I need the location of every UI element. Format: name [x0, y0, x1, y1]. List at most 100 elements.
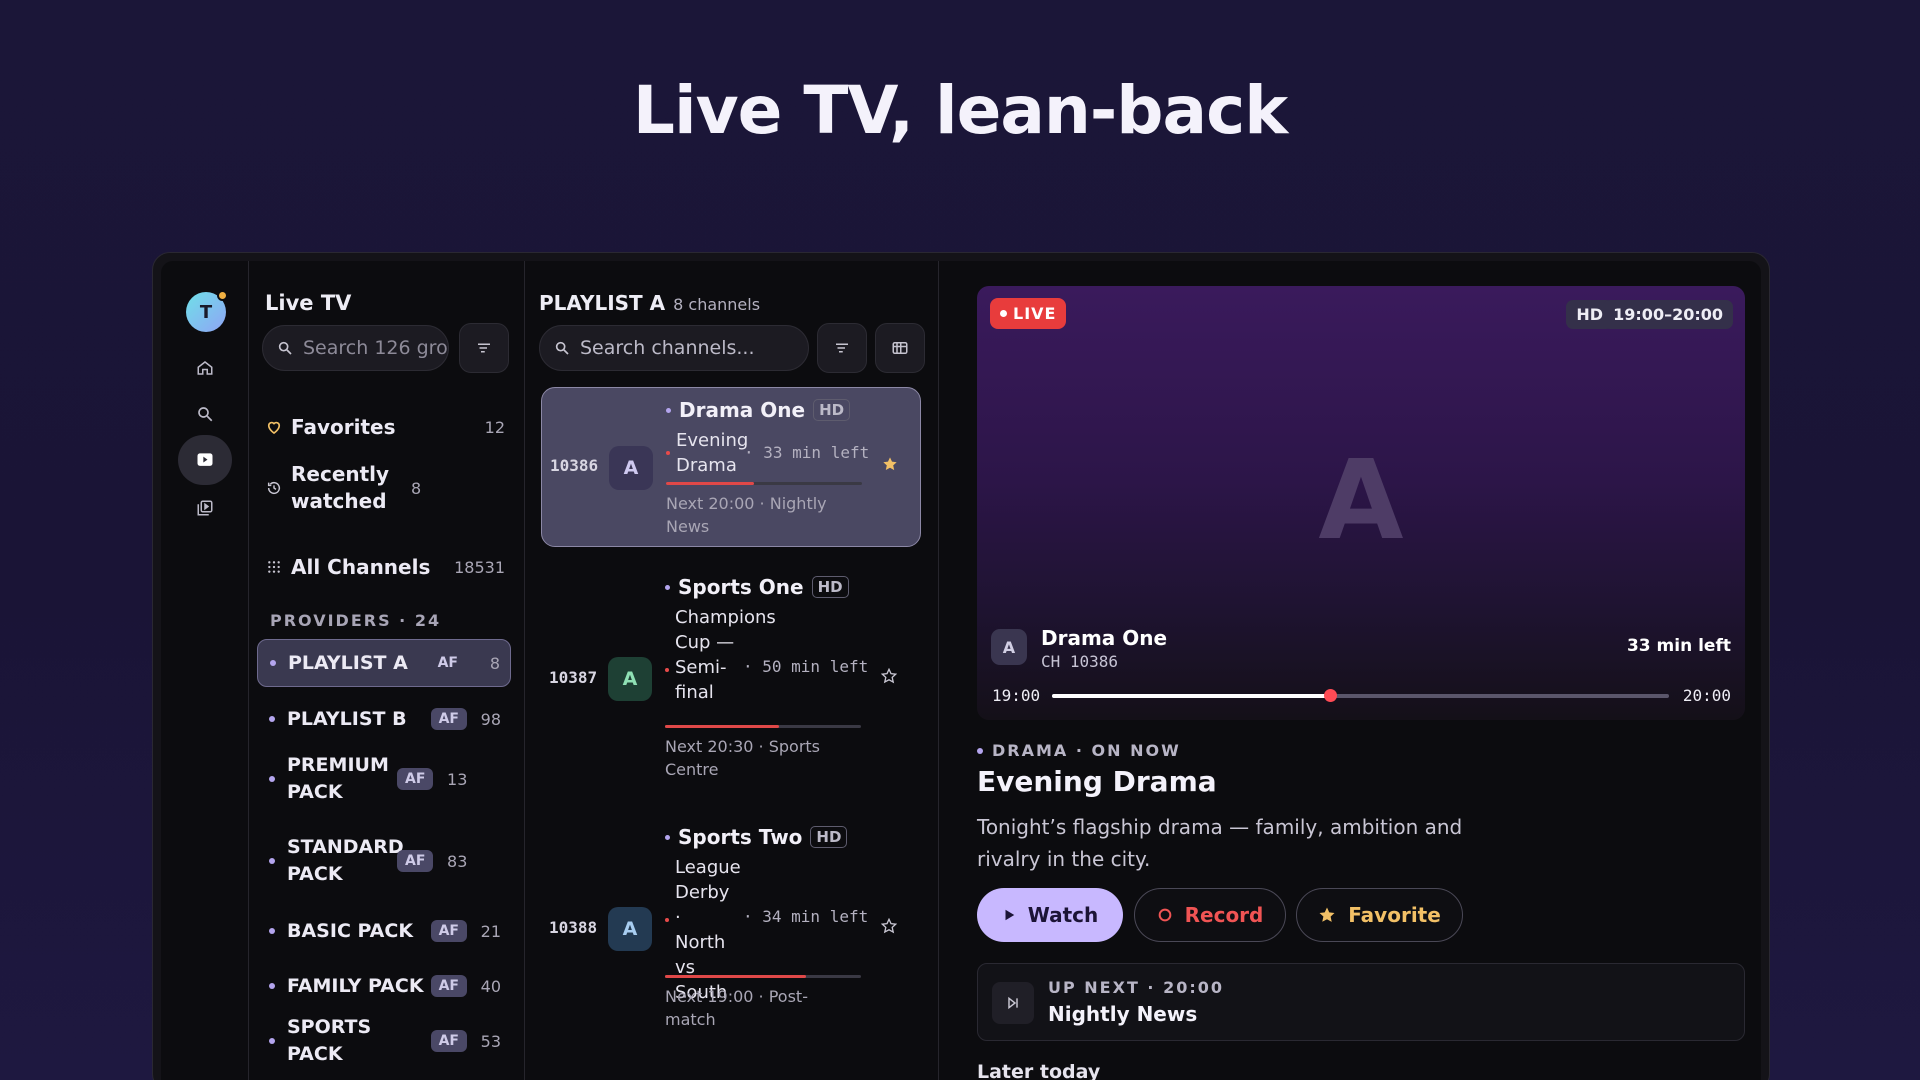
nav-label: Recently watched — [291, 462, 390, 513]
grid-icon — [257, 560, 291, 574]
hd-badge: HD — [813, 399, 851, 421]
provider-count: 53 — [480, 1031, 501, 1051]
favorite-button[interactable]: Favorite — [1296, 888, 1463, 942]
progress-fill — [665, 975, 807, 978]
provider-tag: AF — [437, 655, 458, 671]
playlist-name: PLAYLIST A — [539, 291, 666, 315]
nav-all-channels[interactable]: All Channels 18531 — [257, 549, 515, 585]
channel-search-input[interactable]: Search channels... — [539, 325, 809, 371]
sort-icon[interactable] — [817, 323, 867, 373]
time-left: 33 min left — [1626, 636, 1731, 656]
bullet — [270, 660, 276, 666]
group-search-input[interactable]: Search 126 gro — [262, 325, 449, 371]
watch-button[interactable]: Watch — [977, 888, 1123, 942]
provider-item[interactable]: PLAYLIST B AF 98 — [257, 697, 511, 741]
program-description: Tonight’s flagship drama — family, ambit… — [977, 815, 1463, 871]
groups-panel: Live TV Search 126 gro Favorites 12 Rece… — [249, 261, 525, 1080]
scrub-handle[interactable] — [1323, 689, 1337, 702]
sort-icon[interactable] — [459, 323, 509, 373]
bullet — [269, 776, 275, 782]
later-today-heading: Later today — [977, 1061, 1101, 1080]
channel-name-row: Drama One HD — [666, 398, 851, 422]
guide-view-icon[interactable] — [875, 323, 925, 373]
channel-number: 10387 — [549, 668, 598, 687]
favorite-star-icon[interactable] — [880, 917, 898, 938]
channel-name: Sports Two — [678, 825, 803, 849]
nav-recently-watched[interactable]: Recently watched 8 — [257, 459, 515, 517]
provider-item[interactable]: PREMIUM PACK AF 13 — [257, 749, 511, 809]
end-time: 20:00 — [1682, 686, 1731, 705]
provider-name: BASIC PACK — [287, 919, 414, 942]
nav-label: Favorites — [291, 414, 396, 439]
channel-card[interactable]: 10386 A Drama One HD Evening Drama · 33 m… — [541, 387, 921, 547]
time-left: · 33 min left — [744, 443, 870, 462]
provider-item[interactable]: PLAYLIST A AF 8 — [257, 639, 511, 687]
hd-badge: HD — [811, 576, 849, 598]
playback-progress[interactable] — [1052, 694, 1669, 698]
channel-search-placeholder: Search channels... — [580, 337, 755, 359]
progress-bar — [665, 725, 861, 728]
provider-item[interactable]: FAMILY PACK AF 40 — [257, 964, 511, 1008]
up-next-label: UP NEXT · 20:00 — [1048, 978, 1225, 997]
nav-rail: T — [161, 261, 249, 1080]
live-tv-icon[interactable] — [178, 435, 232, 485]
bullet — [269, 716, 275, 722]
search-icon — [278, 341, 292, 355]
live-badge: LIVE — [990, 298, 1067, 329]
channel-list-title: PLAYLIST A 8 channels — [539, 291, 760, 315]
channel-name: Drama One — [1041, 626, 1168, 650]
start-time: 19:00 — [992, 686, 1041, 705]
channel-card[interactable]: 10387 A Sports One HD Champions Cup — Sem… — [541, 565, 921, 795]
library-icon[interactable] — [178, 483, 232, 533]
watch-label: Watch — [1027, 903, 1099, 927]
channel-placeholder-letter: A — [1318, 436, 1404, 564]
channel-card[interactable]: 10388 A Sports Two HD League Derby · Nort… — [541, 815, 921, 1045]
channel-number: 10388 — [549, 918, 598, 937]
nav-favorites[interactable]: Favorites 12 — [257, 409, 515, 445]
progress-fill — [665, 725, 779, 728]
bullet — [269, 983, 275, 989]
time-slot-badge: 19:00–20:00 — [1603, 300, 1733, 329]
provider-tag: AF — [430, 1030, 467, 1052]
nav-count: 18531 — [454, 557, 505, 577]
progress-bar — [665, 975, 861, 978]
channel-count: 8 channels — [673, 295, 761, 314]
video-preview[interactable]: A LIVE HD 19:00–20:00 A Drama One CH 103… — [977, 286, 1745, 720]
record-label: Record — [1184, 903, 1264, 927]
up-next-card[interactable]: UP NEXT · 20:00 Nightly News — [977, 963, 1745, 1041]
provider-count: 13 — [447, 769, 468, 789]
program-title: Champions Cup — Semi-final — [665, 605, 776, 705]
avatar[interactable]: T — [186, 290, 228, 332]
channel-logo: A — [608, 907, 652, 951]
channel-logo: A — [609, 446, 653, 490]
progress-fill — [666, 482, 755, 485]
app-window: T Live TV Search 126 gro Favorites 12 Re… — [161, 261, 1761, 1080]
favorite-star-icon[interactable] — [880, 667, 898, 688]
channel-number: CH 10386 — [1041, 652, 1119, 671]
tv-frame: T Live TV Search 126 gro Favorites 12 Re… — [152, 252, 1770, 1080]
search-icon[interactable] — [178, 389, 232, 439]
channel-name-row: Sports Two HD — [665, 825, 848, 849]
skip-next-icon — [992, 982, 1034, 1024]
live-label: LIVE — [1013, 304, 1057, 323]
provider-item[interactable]: STANDARD PACK AF 83 — [257, 831, 511, 891]
player-panel: A LIVE HD 19:00–20:00 A Drama One CH 103… — [977, 261, 1761, 1080]
provider-item[interactable]: SPORTS PACK AF 53 — [257, 1016, 511, 1065]
progress-fill — [1052, 694, 1330, 698]
program-title: Evening Drama — [977, 765, 1217, 798]
bullet — [269, 858, 275, 864]
heart-icon — [257, 418, 291, 436]
provider-item[interactable]: BASIC PACK AF 21 — [257, 909, 511, 953]
favorite-star-icon[interactable] — [882, 456, 898, 476]
channel-list-panel: PLAYLIST A8 channels Search channels... … — [525, 261, 939, 1080]
hd-badge: HD — [810, 826, 848, 848]
favorite-label: Favorite — [1348, 903, 1441, 927]
provider-count: 8 — [489, 653, 500, 673]
record-button[interactable]: Record — [1134, 888, 1286, 942]
home-icon[interactable] — [178, 343, 232, 393]
record-icon — [1158, 908, 1171, 922]
nav-count: 8 — [411, 478, 422, 498]
program-title: League Derby · North vs South — [665, 855, 741, 1005]
providers-heading: PROVIDERS · 24 — [270, 611, 442, 630]
hero-title: Live TV, lean-back — [632, 72, 1288, 149]
